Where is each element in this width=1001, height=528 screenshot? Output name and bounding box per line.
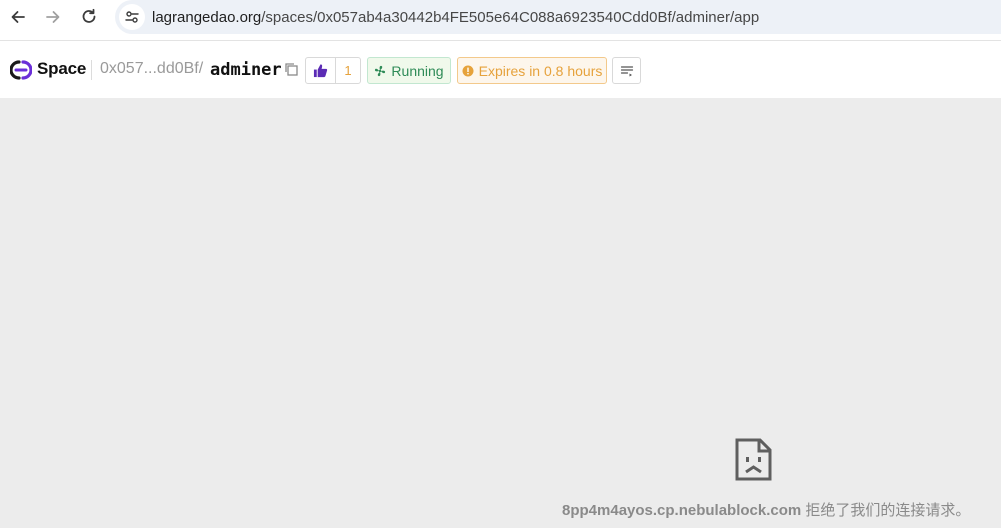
lagrange-logo-icon[interactable] <box>10 60 32 80</box>
status-text: Running <box>391 62 444 79</box>
space-name[interactable]: adminer <box>210 60 282 80</box>
back-icon <box>11 11 25 23</box>
like-group: 1 <box>305 57 361 84</box>
browser-toolbar: lagrangedao.org/spaces/0x057ab4a30442b4F… <box>0 0 1001 41</box>
space-label[interactable]: Space <box>37 59 86 79</box>
expire-badge: Expires in 0.8 hours <box>457 57 607 84</box>
forward-button[interactable] <box>43 7 63 27</box>
list-menu-icon <box>620 65 633 76</box>
thumbs-up-icon <box>313 64 328 78</box>
space-menu-button[interactable] <box>612 57 641 84</box>
error-domain: 8pp4m4ayos.cp.nebulablock.com <box>562 502 802 519</box>
sad-document-icon <box>735 438 772 481</box>
site-info-icon <box>125 11 139 23</box>
warning-circle-icon <box>462 65 474 76</box>
like-count: 1 <box>344 63 352 78</box>
space-owner[interactable]: 0x057...dd0Bf/ <box>100 60 203 78</box>
url-path: /spaces/0x057ab4a30442b4FE505e64C088a692… <box>261 8 760 26</box>
reload-button[interactable] <box>79 7 99 27</box>
site-info-button[interactable] <box>119 4 145 30</box>
error-message: 8pp4m4ayos.cp.nebulablock.com 拒绝了我们的连接请求… <box>562 499 970 520</box>
app-iframe: 8pp4m4ayos.cp.nebulablock.com 拒绝了我们的连接请求… <box>0 98 1001 528</box>
expire-text: Expires in 0.8 hours <box>478 62 603 79</box>
forward-icon <box>46 11 60 23</box>
back-button[interactable] <box>8 7 28 27</box>
copy-icon[interactable] <box>283 61 299 77</box>
reload-icon <box>82 8 96 23</box>
address-bar[interactable]: lagrangedao.org/spaces/0x057ab4a30442b4F… <box>115 0 1001 34</box>
status-badge: Running <box>367 57 451 84</box>
space-header: Space 0x057...dd0Bf/ adminer 1 Running E… <box>0 41 1001 98</box>
like-button[interactable] <box>306 58 336 83</box>
fan-icon <box>375 65 386 76</box>
url-text[interactable]: lagrangedao.org/spaces/0x057ab4a30442b4F… <box>152 9 759 26</box>
url-host: lagrangedao.org <box>152 8 262 26</box>
error-detail: 拒绝了我们的连接请求。 <box>801 502 971 519</box>
header-divider <box>91 60 92 80</box>
